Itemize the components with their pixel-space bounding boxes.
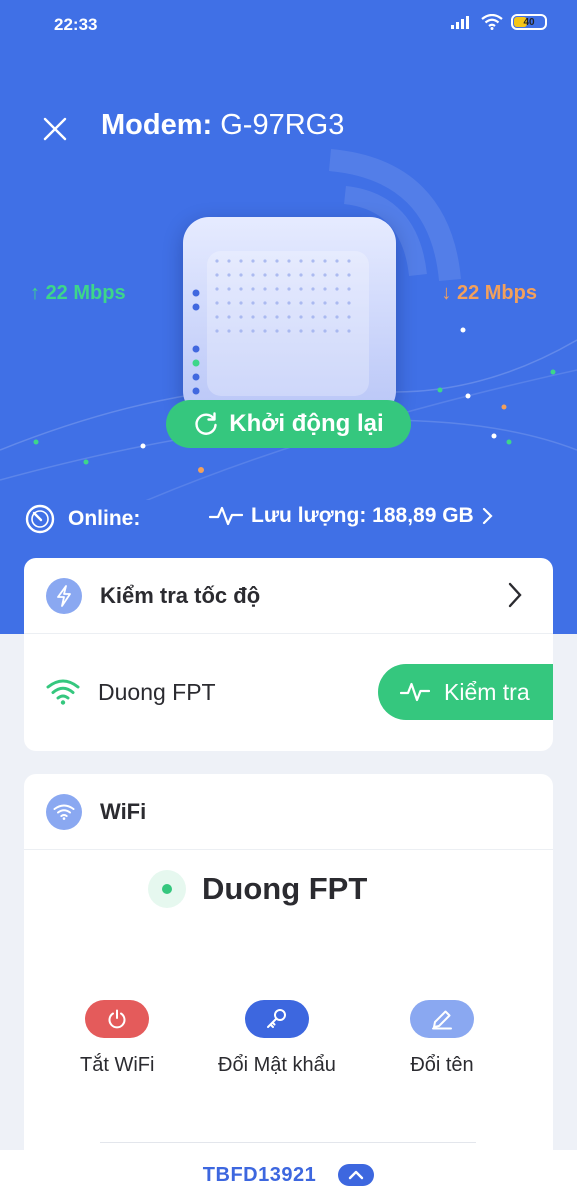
chevron-up-icon[interactable] — [338, 1164, 375, 1186]
arrow-up-icon: ↑ — [30, 282, 40, 304]
speed-test-card: Kiểm tra tốc độ Duong FPT Kiểm tra — [24, 558, 553, 751]
upload-speed-value: 22 Mbps — [45, 282, 126, 304]
bottom-bar: TBFD13921 — [0, 1150, 577, 1200]
rename-label: Đổi tên — [410, 1054, 474, 1076]
arrow-down-icon: ↓ — [441, 282, 452, 304]
wifi-network-name: Duong FPT — [202, 871, 368, 906]
chevron-right-icon[interactable] — [507, 582, 523, 608]
wifi-title: WiFi — [100, 798, 147, 824]
wifi-actions: Tắt WiFi Đổi Mật khẩu Đổi tên — [24, 1000, 553, 1090]
status-bar: 22:33 40 — [0, 0, 577, 48]
speed-test-header[interactable]: Kiểm tra tốc độ — [24, 558, 553, 634]
restart-button[interactable]: Khởi động lại — [166, 400, 411, 448]
activity-icon — [209, 506, 243, 526]
restart-label: Khởi động lại — [229, 410, 384, 437]
upload-speed: ↑ 22 Mbps — [30, 282, 126, 305]
wifi-header: WiFi — [24, 774, 553, 850]
traffic-link[interactable]: Lưu lượng: 188,89 GB — [209, 504, 494, 528]
modem-leds — [192, 289, 200, 395]
close-icon[interactable] — [42, 116, 68, 142]
speed-test-row: Duong FPT Kiểm tra — [24, 634, 553, 750]
turn-off-wifi-button[interactable]: Tắt WiFi — [80, 1000, 154, 1077]
pencil-icon — [410, 1000, 474, 1038]
wifi-network-row: Duong FPT — [148, 870, 367, 908]
speed-test-network: Duong FPT — [98, 678, 216, 705]
lightning-icon — [46, 577, 82, 614]
wifi-status-icon — [481, 14, 503, 30]
speed-test-title: Kiểm tra tốc độ — [100, 582, 261, 608]
signal-icon — [451, 16, 469, 29]
change-password-label: Đổi Mật khẩu — [218, 1054, 336, 1076]
online-dot-icon — [148, 870, 186, 908]
change-password-button[interactable]: Đổi Mật khẩu — [218, 1000, 336, 1077]
refresh-icon — [195, 412, 217, 435]
battery-indicator: 40 — [511, 14, 547, 30]
download-speed: ↓ 22 Mbps — [441, 282, 537, 305]
traffic-label: Lưu lượng: 188,89 GB — [251, 504, 474, 527]
battery-level: 40 — [523, 16, 535, 28]
status-icons: 40 — [451, 14, 547, 30]
key-icon — [244, 1000, 309, 1038]
divider — [100, 1142, 476, 1143]
speed-test-button-label: Kiểm tra — [444, 678, 530, 705]
chevron-right-icon — [482, 507, 493, 525]
activity-icon — [400, 682, 430, 702]
wifi-icon — [46, 793, 82, 830]
modem-model: G-97RG3 — [220, 109, 345, 141]
modem-grille — [207, 251, 369, 396]
title-prefix: Modem: — [101, 109, 213, 141]
wifi-icon — [46, 679, 80, 705]
download-speed-value: 22 Mbps — [456, 282, 537, 304]
wifi-card: WiFi Duong FPT Tắt WiFi Đổi Mật khẩu Đổi… — [24, 774, 553, 1200]
device-code: TBFD13921 — [202, 1163, 317, 1186]
speed-test-button[interactable]: Kiểm tra — [378, 664, 553, 720]
status-row: Online: Lưu lượng: 188,89 GB — [24, 500, 554, 538]
power-icon — [85, 1000, 150, 1038]
modem-illustration — [183, 217, 396, 417]
turn-off-wifi-label: Tắt WiFi — [80, 1054, 155, 1076]
online-label: Online: — [68, 507, 141, 530]
page-title: Modem: G-97RG3 — [101, 109, 344, 142]
rename-button[interactable]: Đổi tên — [410, 1000, 474, 1077]
gauge-icon — [25, 504, 55, 534]
status-time: 22:33 — [54, 15, 98, 34]
hero-section: 22:33 40 Modem: G-97RG3 ↑ 22 Mbps ↓ 22 M… — [0, 0, 577, 634]
